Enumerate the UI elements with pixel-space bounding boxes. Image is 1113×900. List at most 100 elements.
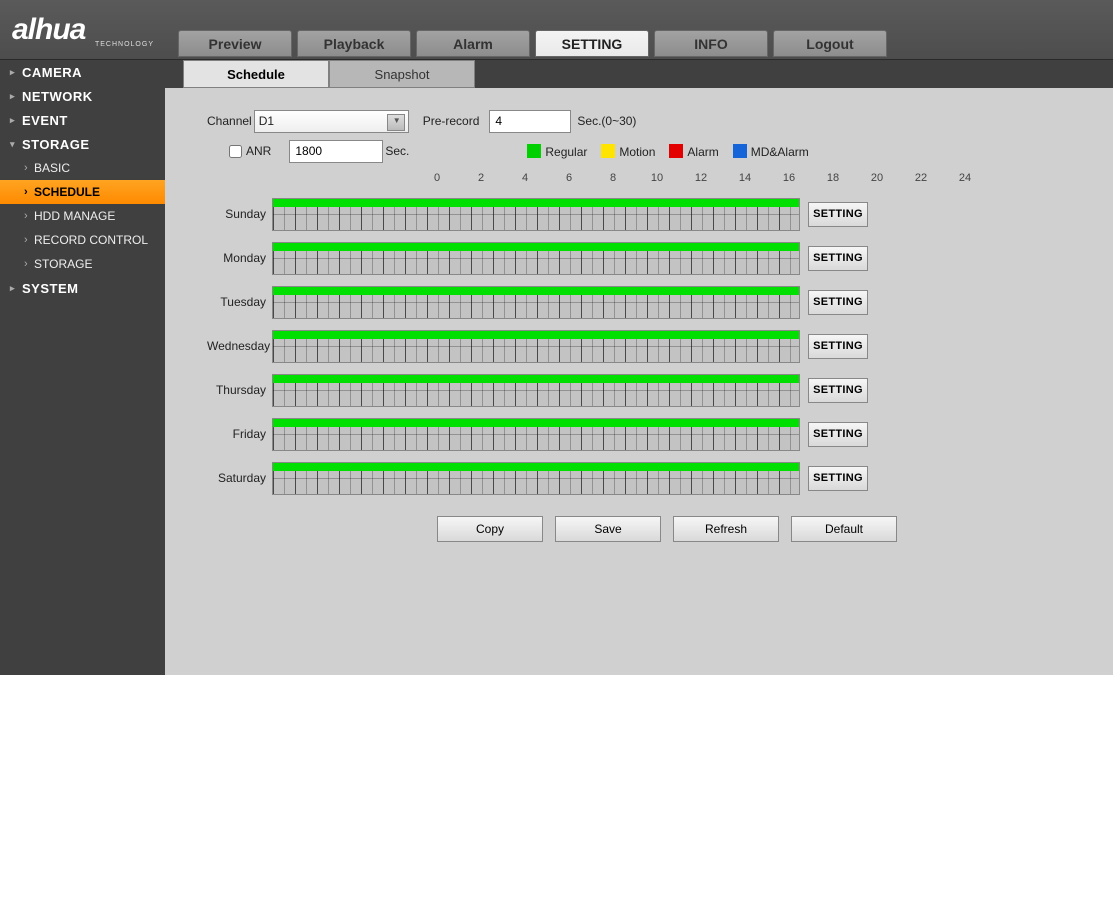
day-setting-button-saturday[interactable]: SETTING [808,466,868,491]
hour-tick-24: 24 [959,172,971,184]
sidebar-item-basic[interactable]: BASIC [0,156,165,180]
regular-bar [273,375,799,383]
day-label: Monday [207,251,272,265]
save-button[interactable]: Save [555,516,661,542]
hour-tick-22: 22 [915,172,927,184]
channel-select[interactable]: D1 [254,110,409,133]
content-area: ScheduleSnapshot Channel D1 Pre-record S… [165,60,1113,675]
regular-bar [273,243,799,251]
day-label: Wednesday [207,339,272,353]
day-label: Friday [207,427,272,441]
hour-tick-18: 18 [827,172,839,184]
hour-tick-12: 12 [695,172,707,184]
channel-label: Channel [207,114,252,128]
sidebar-item-schedule[interactable]: SCHEDULE [0,180,165,204]
day-setting-button-thursday[interactable]: SETTING [808,378,868,403]
day-setting-button-friday[interactable]: SETTING [808,422,868,447]
anr-checkbox[interactable] [229,145,242,158]
legend-swatch-alarm [669,144,683,158]
regular-bar [273,419,799,427]
day-grid-monday[interactable] [272,242,800,275]
legend-label-motion: Motion [619,144,655,158]
brand-text: alhua [12,13,85,47]
sidebar-camera[interactable]: CAMERA [0,60,165,84]
channel-value: D1 [259,114,274,128]
day-grid-sunday[interactable] [272,198,800,231]
day-setting-button-wednesday[interactable]: SETTING [808,334,868,359]
day-setting-button-monday[interactable]: SETTING [808,246,868,271]
day-row-saturday: Saturday SETTING [207,456,1113,500]
day-label: Thursday [207,383,272,397]
hour-tick-6: 6 [566,172,572,184]
hour-tick-20: 20 [871,172,883,184]
legend-label-mdalarm: MD&Alarm [751,144,809,158]
copy-button[interactable]: Copy [437,516,543,542]
legend-label-alarm: Alarm [687,144,718,158]
hour-tick-2: 2 [478,172,484,184]
sidebar-event[interactable]: EVENT [0,108,165,132]
day-setting-button-sunday[interactable]: SETTING [808,202,868,227]
schedule-panel: Channel D1 Pre-record Sec.(0~30) ANR Sec… [165,88,1113,675]
refresh-button[interactable]: Refresh [673,516,779,542]
anr-input[interactable] [289,140,383,163]
day-grid-thursday[interactable] [272,374,800,407]
day-label: Saturday [207,471,272,485]
sidebar-storage[interactable]: STORAGE [0,132,165,156]
legend-swatch-regular [527,144,541,158]
nav-tab-logout[interactable]: Logout [773,30,887,57]
schedule-grid: 024681012141618202224 SundaySETTINGMonda… [165,166,1113,500]
tab-schedule[interactable]: Schedule [183,60,329,88]
day-row-friday: Friday SETTING [207,412,1113,456]
day-row-thursday: Thursday SETTING [207,368,1113,412]
brand-logo: alhua TECHNOLOGY [4,6,164,54]
regular-bar [273,463,799,471]
bottom-buttons: Copy Save Refresh Default [165,500,1113,542]
day-grid-wednesday[interactable] [272,330,800,363]
regular-bar [273,287,799,295]
main-nav: PreviewPlaybackAlarmSETTINGINFOLogout [178,0,887,59]
day-row-monday: Monday SETTING [207,236,1113,280]
legend-swatch-motion [601,144,615,158]
sidebar: CAMERANETWORKEVENTSTORAGEBASICSCHEDULEHD… [0,60,165,675]
hour-tick-14: 14 [739,172,751,184]
sidebar-network[interactable]: NETWORK [0,84,165,108]
legend-label-regular: Regular [545,144,587,158]
regular-bar [273,331,799,339]
sidebar-system[interactable]: SYSTEM [0,276,165,300]
hour-tick-0: 0 [434,172,440,184]
prerecord-hint: Sec.(0~30) [577,114,636,128]
hour-scale: 024681012141618202224 [0,172,1113,190]
legend-swatch-mdalarm [733,144,747,158]
day-label: Tuesday [207,295,272,309]
top-bar: alhua TECHNOLOGY PreviewPlaybackAlarmSET… [0,0,1113,60]
prerecord-label: Pre-record [423,114,480,128]
sidebar-item-storage[interactable]: STORAGE [0,252,165,276]
tab-snapshot[interactable]: Snapshot [329,60,475,88]
regular-bar [273,199,799,207]
day-setting-button-tuesday[interactable]: SETTING [808,290,868,315]
day-grid-saturday[interactable] [272,462,800,495]
brand-subtext: TECHNOLOGY [95,41,154,48]
prerecord-input[interactable] [489,110,571,133]
sidebar-item-record-control[interactable]: RECORD CONTROL [0,228,165,252]
hour-tick-10: 10 [651,172,663,184]
nav-tab-setting[interactable]: SETTING [535,30,649,57]
anr-unit: Sec. [385,144,409,158]
default-button[interactable]: Default [791,516,897,542]
nav-tab-info[interactable]: INFO [654,30,768,57]
hour-tick-4: 4 [522,172,528,184]
anr-label: ANR [246,144,271,158]
day-row-wednesday: Wednesday SETTING [207,324,1113,368]
nav-tab-alarm[interactable]: Alarm [416,30,530,57]
day-row-tuesday: Tuesday SETTING [207,280,1113,324]
hour-tick-16: 16 [783,172,795,184]
hour-tick-8: 8 [610,172,616,184]
legend: Regular Motion Alarm MD&Alarm [513,144,808,159]
day-grid-tuesday[interactable] [272,286,800,319]
nav-tab-preview[interactable]: Preview [178,30,292,57]
sidebar-item-hdd-manage[interactable]: HDD MANAGE [0,204,165,228]
nav-tab-playback[interactable]: Playback [297,30,411,57]
inner-tabs: ScheduleSnapshot [165,60,1113,88]
day-grid-friday[interactable] [272,418,800,451]
day-label: Sunday [207,207,272,221]
